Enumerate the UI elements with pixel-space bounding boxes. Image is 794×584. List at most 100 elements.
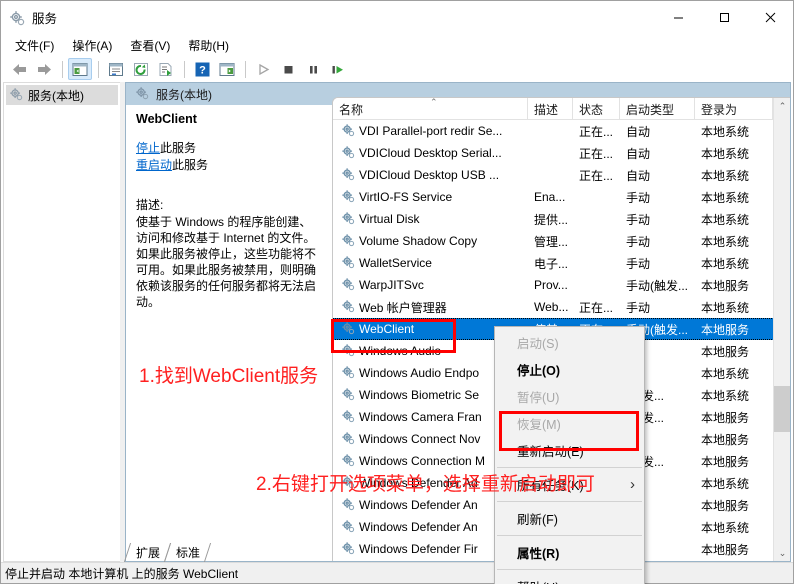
- detail-restart-line: 重启动此服务: [136, 157, 322, 174]
- context-menu-separator: [497, 467, 642, 468]
- ctx-restart[interactable]: 重新启动(E): [495, 437, 644, 464]
- cell-logon-as: 本地系统: [701, 300, 750, 315]
- service-name-text: WarpJITSvc: [359, 278, 424, 292]
- toolbar-help[interactable]: ?: [190, 58, 214, 80]
- detail-stop-line: 停止此服务: [136, 140, 322, 157]
- service-gear-icon: [341, 365, 355, 382]
- toolbar-separator-2: [98, 60, 99, 78]
- column-logon-as[interactable]: 登录为: [695, 98, 773, 119]
- cell-logon-as: 本地系统: [701, 476, 750, 491]
- scroll-up-arrow[interactable]: ⌃: [774, 98, 790, 115]
- close-button[interactable]: [747, 1, 793, 34]
- toolbar-pause[interactable]: [301, 58, 325, 80]
- scrollbar-thumb[interactable]: [774, 386, 790, 432]
- cell-logon-as: 本地系统: [701, 256, 750, 271]
- sort-ascending-icon: ⌃: [430, 98, 438, 107]
- ctx-start: 启动(S): [517, 337, 559, 351]
- cell-startup-type: 自动: [626, 124, 651, 139]
- tree-node-services-local[interactable]: 服务(本地): [6, 85, 118, 105]
- service-name-text: Windows Defender An: [359, 498, 478, 512]
- toolbar-restart[interactable]: [326, 58, 350, 80]
- status-bar: 停止并启动 本地计算机 上的服务 WebClient: [1, 562, 793, 583]
- table-row[interactable]: WalletService 电子... 手动 本地系统: [333, 252, 790, 274]
- ctx-refresh[interactable]: 刷新(F): [495, 505, 644, 532]
- toolbar-separator: [62, 60, 63, 78]
- table-row[interactable]: VDI Parallel-port redir Se... 正在... 自动 本地系统: [333, 120, 790, 142]
- toolbar: ?: [1, 56, 793, 82]
- service-context-menu: 启动(S) 停止(O) 暂停(U) 恢复(M) 重新启动(E) 所有任务(K) 刷新(F) 属…: [494, 326, 645, 584]
- service-name-text: Web 帐户管理器: [359, 300, 447, 315]
- cell-status: 正在...: [579, 146, 614, 161]
- cell-name: VirtIO-FS Service: [333, 189, 528, 206]
- column-startup-type[interactable]: 启动类型: [620, 98, 695, 119]
- toolbar-properties[interactable]: [104, 58, 128, 80]
- service-gear-icon: [341, 387, 355, 404]
- menu-action[interactable]: 操作(A): [63, 35, 121, 56]
- service-name-text: Volume Shadow Copy: [359, 234, 478, 248]
- cell-name: Volume Shadow Copy: [333, 233, 528, 250]
- menu-help[interactable]: 帮助(H): [179, 35, 238, 56]
- table-row[interactable]: Volume Shadow Copy 管理... 手动 本地系统: [333, 230, 790, 252]
- minimize-button[interactable]: [655, 1, 701, 34]
- tab-extended[interactable]: 扩展: [127, 543, 167, 562]
- cell-startup-type: 自动: [626, 146, 651, 161]
- toolbar-start[interactable]: [251, 58, 275, 80]
- toolbar-separator-4: [245, 60, 246, 78]
- restart-service-link[interactable]: 重启动: [136, 158, 172, 172]
- table-row[interactable]: Virtual Disk 提供... 手动 本地系统: [333, 208, 790, 230]
- toolbar-separator-3: [184, 60, 185, 78]
- column-name[interactable]: 名称 ⌃: [333, 98, 528, 119]
- table-row[interactable]: VirtIO-FS Service Ena... 手动 本地系统: [333, 186, 790, 208]
- menu-bar: 文件(F) 操作(A) 查看(V) 帮助(H): [1, 34, 793, 56]
- service-gear-icon: [341, 431, 355, 448]
- workspace: 服务(本地) 服务(本地) WebClient 停止此服务 重启动此服务 描述:…: [3, 82, 791, 562]
- maximize-button[interactable]: [701, 1, 747, 34]
- column-logon-as-label: 登录为: [701, 103, 738, 117]
- toolbar-stop[interactable]: [276, 58, 300, 80]
- ctx-stop[interactable]: 停止(O): [495, 356, 644, 383]
- cell-logon-as: 本地系统: [701, 212, 750, 227]
- cell-description: 电子...: [534, 256, 569, 271]
- cell-startup-type: 手动(触发...: [626, 278, 688, 293]
- service-gear-icon: [341, 497, 355, 514]
- cell-name: Virtual Disk: [333, 211, 528, 228]
- stop-service-link[interactable]: 停止: [136, 141, 160, 155]
- service-gear-icon: [341, 167, 355, 184]
- cell-status: 正在...: [579, 124, 614, 139]
- table-row[interactable]: WarpJITSvc Prov... 手动(触发... 本地服务: [333, 274, 790, 296]
- menu-file[interactable]: 文件(F): [6, 35, 63, 56]
- service-gear-icon: [341, 519, 355, 536]
- toolbar-action-pane[interactable]: [215, 58, 239, 80]
- vertical-scrollbar[interactable]: ⌃ ⌄: [773, 98, 790, 561]
- cell-logon-as: 本地服务: [701, 498, 750, 513]
- table-row[interactable]: VDICloud Desktop Serial... 正在... 自动 本地系统: [333, 142, 790, 164]
- column-description[interactable]: 描述: [528, 98, 573, 119]
- table-row[interactable]: VDICloud Desktop USB ... 正在... 自动 本地系统: [333, 164, 790, 186]
- svg-text:?: ?: [199, 64, 206, 76]
- toolbar-export[interactable]: [154, 58, 178, 80]
- service-gear-icon: [341, 343, 355, 360]
- cell-logon-as: 本地系统: [701, 146, 750, 161]
- table-row[interactable]: Web 帐户管理器 Web... 正在... 手动 本地系统: [333, 296, 790, 318]
- service-name-text: VDICloud Desktop Serial...: [359, 146, 502, 160]
- service-name-text: VDI Parallel-port redir Se...: [359, 124, 503, 138]
- tab-standard[interactable]: 标准: [167, 543, 207, 562]
- services-gear-icon: [135, 86, 149, 103]
- ctx-all-tasks[interactable]: 所有任务(K): [495, 471, 644, 498]
- toolbar-refresh[interactable]: [129, 58, 153, 80]
- service-name-text: Windows Audio Endpo: [359, 366, 480, 380]
- toolbar-forward[interactable]: [32, 58, 56, 80]
- toolbar-back[interactable]: [7, 58, 31, 80]
- context-menu-separator: [497, 535, 642, 536]
- menu-view[interactable]: 查看(V): [121, 35, 179, 56]
- column-description-label: 描述: [534, 103, 559, 117]
- scroll-down-arrow[interactable]: ⌄: [774, 545, 790, 561]
- column-startup-type-label: 启动类型: [626, 103, 675, 117]
- results-pane-title: 服务(本地): [156, 87, 212, 102]
- column-status[interactable]: 状态: [573, 98, 620, 119]
- ctx-help[interactable]: 帮助(H): [495, 573, 644, 584]
- toolbar-show-tree[interactable]: [68, 58, 92, 80]
- service-details-panel: WebClient 停止此服务 重启动此服务 描述: 使基于 Windows 的…: [126, 105, 332, 561]
- cell-logon-as: 本地系统: [701, 190, 750, 205]
- ctx-properties[interactable]: 属性(R): [495, 539, 644, 566]
